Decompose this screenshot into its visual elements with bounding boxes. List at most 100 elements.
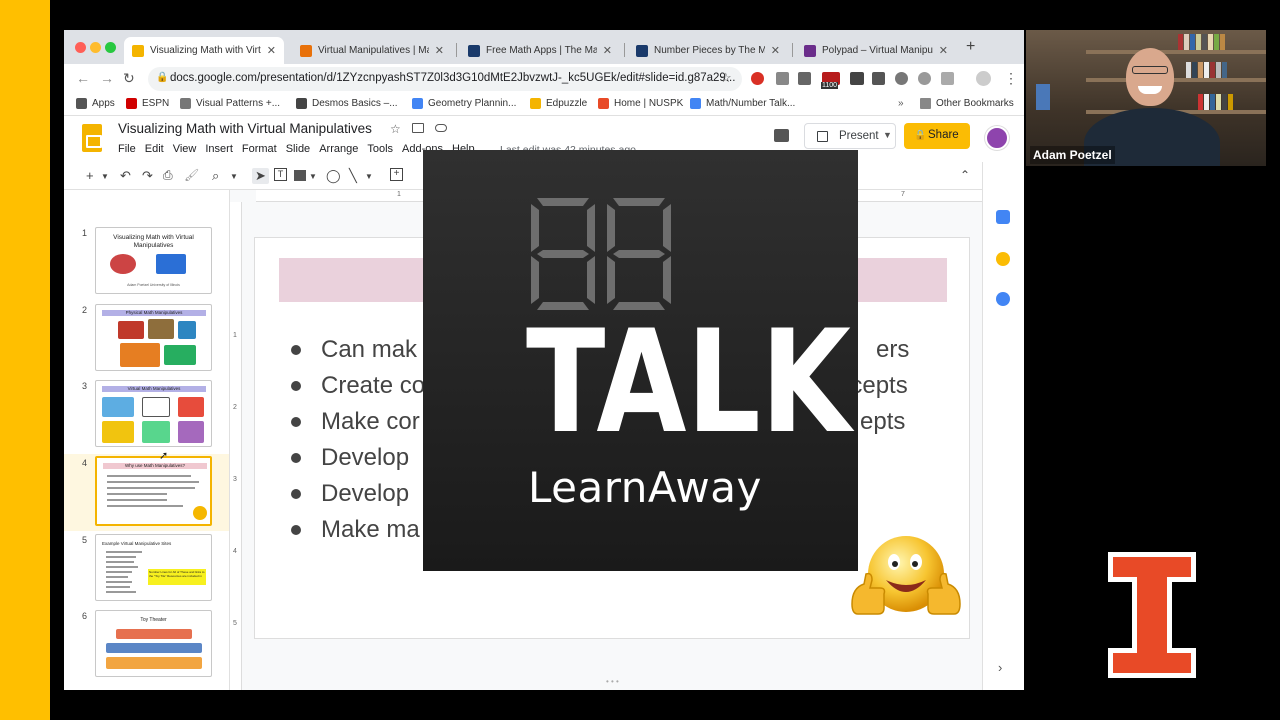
shape-icon[interactable]: ◯ [326,168,341,184]
menu-view[interactable]: View [173,143,197,155]
bookmark-item[interactable]: ESPN [126,98,169,109]
url-bar[interactable]: docs.google.com/presentation/d/1ZYzcnpya… [148,67,742,91]
document-title[interactable]: Visualizing Math with Virtual Manipulati… [118,121,372,136]
print-icon[interactable]: ⎙ [163,168,173,183]
extension-icon[interactable] [850,72,864,85]
chevron-down-icon[interactable]: ▼ [230,172,238,181]
google-slides-logo-icon[interactable] [82,124,102,152]
slide-thumbnail-6[interactable]: Toy Theater [95,610,212,677]
reload-icon[interactable]: ↻ [123,70,135,87]
menu-insert[interactable]: Insert [205,143,233,155]
tasks-icon[interactable] [996,292,1010,306]
undo-icon[interactable]: ↶ [120,168,131,184]
extension-icon[interactable] [798,72,811,85]
browser-tab[interactable]: Polypad – Virtual Manipulat ✕ [796,37,956,64]
slide-thumbnail-5[interactable]: Example Virtual Manipulative Sites Numbe… [95,534,212,601]
bookmark-item[interactable]: Geometry Plannin... [412,98,516,109]
maximize-window-button[interactable] [105,42,116,53]
chevron-down-icon[interactable]: ▼ [101,172,109,181]
text-box-icon[interactable]: T [274,168,287,181]
bullet-text: Can mak [321,336,418,363]
new-tab-button[interactable]: + [966,38,975,56]
chevron-down-icon[interactable]: ▼ [309,172,317,181]
close-tab-icon[interactable]: ✕ [267,44,276,57]
menu-arrange[interactable]: Arrange [319,143,358,155]
close-tab-icon[interactable]: ✕ [939,44,948,57]
star-icon[interactable]: ☆ [390,122,401,136]
redo-icon[interactable]: ↷ [142,168,153,184]
speaker-notes-handle[interactable]: • • • [606,677,619,686]
menu-slide[interactable]: Slide [286,143,310,155]
extension-icon[interactable] [895,72,908,85]
bookmark-item[interactable]: Home | NUSPK [598,98,683,109]
menu-edit[interactable]: Edit [145,143,164,155]
slide-bullet[interactable]: Can mak [291,336,417,364]
slide-thumbnail-4[interactable]: Why use Math Manipulatives? [95,456,212,526]
yellow-sidebar-stripe [0,0,50,720]
browser-tab[interactable]: Virtual Manipulatives | Mat ✕ [292,37,452,64]
present-button[interactable]: Present ▼ [804,123,896,149]
share-button[interactable]: 🔒 Share [904,123,970,149]
bullet-text: Create co [321,372,426,399]
forward-arrow-icon[interactable]: → [100,70,114,86]
minimize-window-button[interactable] [90,42,101,53]
zoom-icon[interactable]: ⌕ [212,168,219,184]
slide-thumbnail-2[interactable]: Physical Math Manipulatives [95,304,212,371]
close-tab-icon[interactable]: ✕ [603,44,612,57]
close-window-button[interactable] [75,42,86,53]
slide-bullet[interactable]: Create co [291,372,425,400]
extension-icon[interactable] [941,72,954,85]
calendar-icon[interactable] [996,210,1010,224]
bookmark-item[interactable]: Desmos Basics –... [296,98,398,109]
books [1178,34,1225,50]
keep-icon[interactable] [996,252,1010,266]
other-bookmarks[interactable]: Other Bookmarks [920,98,1014,109]
line-icon[interactable]: ╲ [349,168,357,184]
browser-tab[interactable]: Free Math Apps | The Math ✕ [460,37,620,64]
slide-thumbnail-1[interactable]: Visualizing Math with Virtual Manipulati… [95,227,212,294]
chevron-right-icon[interactable]: › [998,660,1002,675]
extension-icon[interactable] [776,72,789,85]
select-cursor-icon[interactable]: ➤ [252,168,269,184]
move-folder-icon[interactable] [412,123,424,133]
new-slide-icon[interactable]: + [86,168,94,183]
close-tab-icon[interactable]: ✕ [771,44,780,57]
menu-format[interactable]: Format [242,143,277,155]
adblock-extension-icon[interactable] [751,72,764,85]
menu-file[interactable]: File [118,143,136,155]
profile-icon[interactable] [976,71,991,86]
browser-tab[interactable]: Visualizing Math with Virtua ✕ [124,37,284,64]
browser-tab[interactable]: Number Pieces by The Math ✕ [628,37,788,64]
bookmark-item[interactable]: Visual Patterns +... [180,98,280,109]
paint-format-icon[interactable]: 🖌 [184,168,199,182]
bookmark-star-icon[interactable]: ☆ [720,70,732,86]
browser-menu-icon[interactable]: ⋮ [1004,70,1018,87]
collapse-toolbar-icon[interactable]: ⌃ [960,168,970,182]
more-bookmarks-button[interactable]: » [898,98,904,109]
bookmark-label: Edpuzzle [546,98,588,109]
menu-tools[interactable]: Tools [367,143,393,155]
extension-icon[interactable] [918,72,931,85]
slide-bullet[interactable]: Make ma [291,516,420,544]
chevron-down-icon[interactable]: ▼ [365,172,373,181]
bookmark-item[interactable]: Apps [76,98,115,109]
eyeglasses [1132,66,1168,74]
bookmark-item[interactable]: Edpuzzle [530,98,587,109]
add-comment-icon[interactable]: + [390,168,403,181]
slide-thumbnail-3[interactable]: Virtual Math Manipulatives [95,380,212,447]
close-tab-icon[interactable]: ✕ [435,44,444,57]
slide-number: 4 [82,458,88,468]
chevron-down-icon[interactable]: ▼ [883,130,892,140]
thumbs-up-emoji [851,536,961,615]
slide-bullet[interactable]: Make cor [291,408,420,436]
back-arrow-icon[interactable]: ← [76,70,90,86]
slide-bullet[interactable]: Develop [291,444,409,472]
slide-bullet[interactable]: Develop [291,480,409,508]
image-icon[interactable] [294,170,306,181]
extension-icon[interactable] [872,72,885,85]
thumb-image [116,629,192,639]
thumb-text-line [106,586,130,588]
comment-history-icon[interactable] [774,129,789,142]
account-avatar[interactable] [985,126,1009,150]
bookmark-item[interactable]: Math/Number Talk... [690,98,795,109]
